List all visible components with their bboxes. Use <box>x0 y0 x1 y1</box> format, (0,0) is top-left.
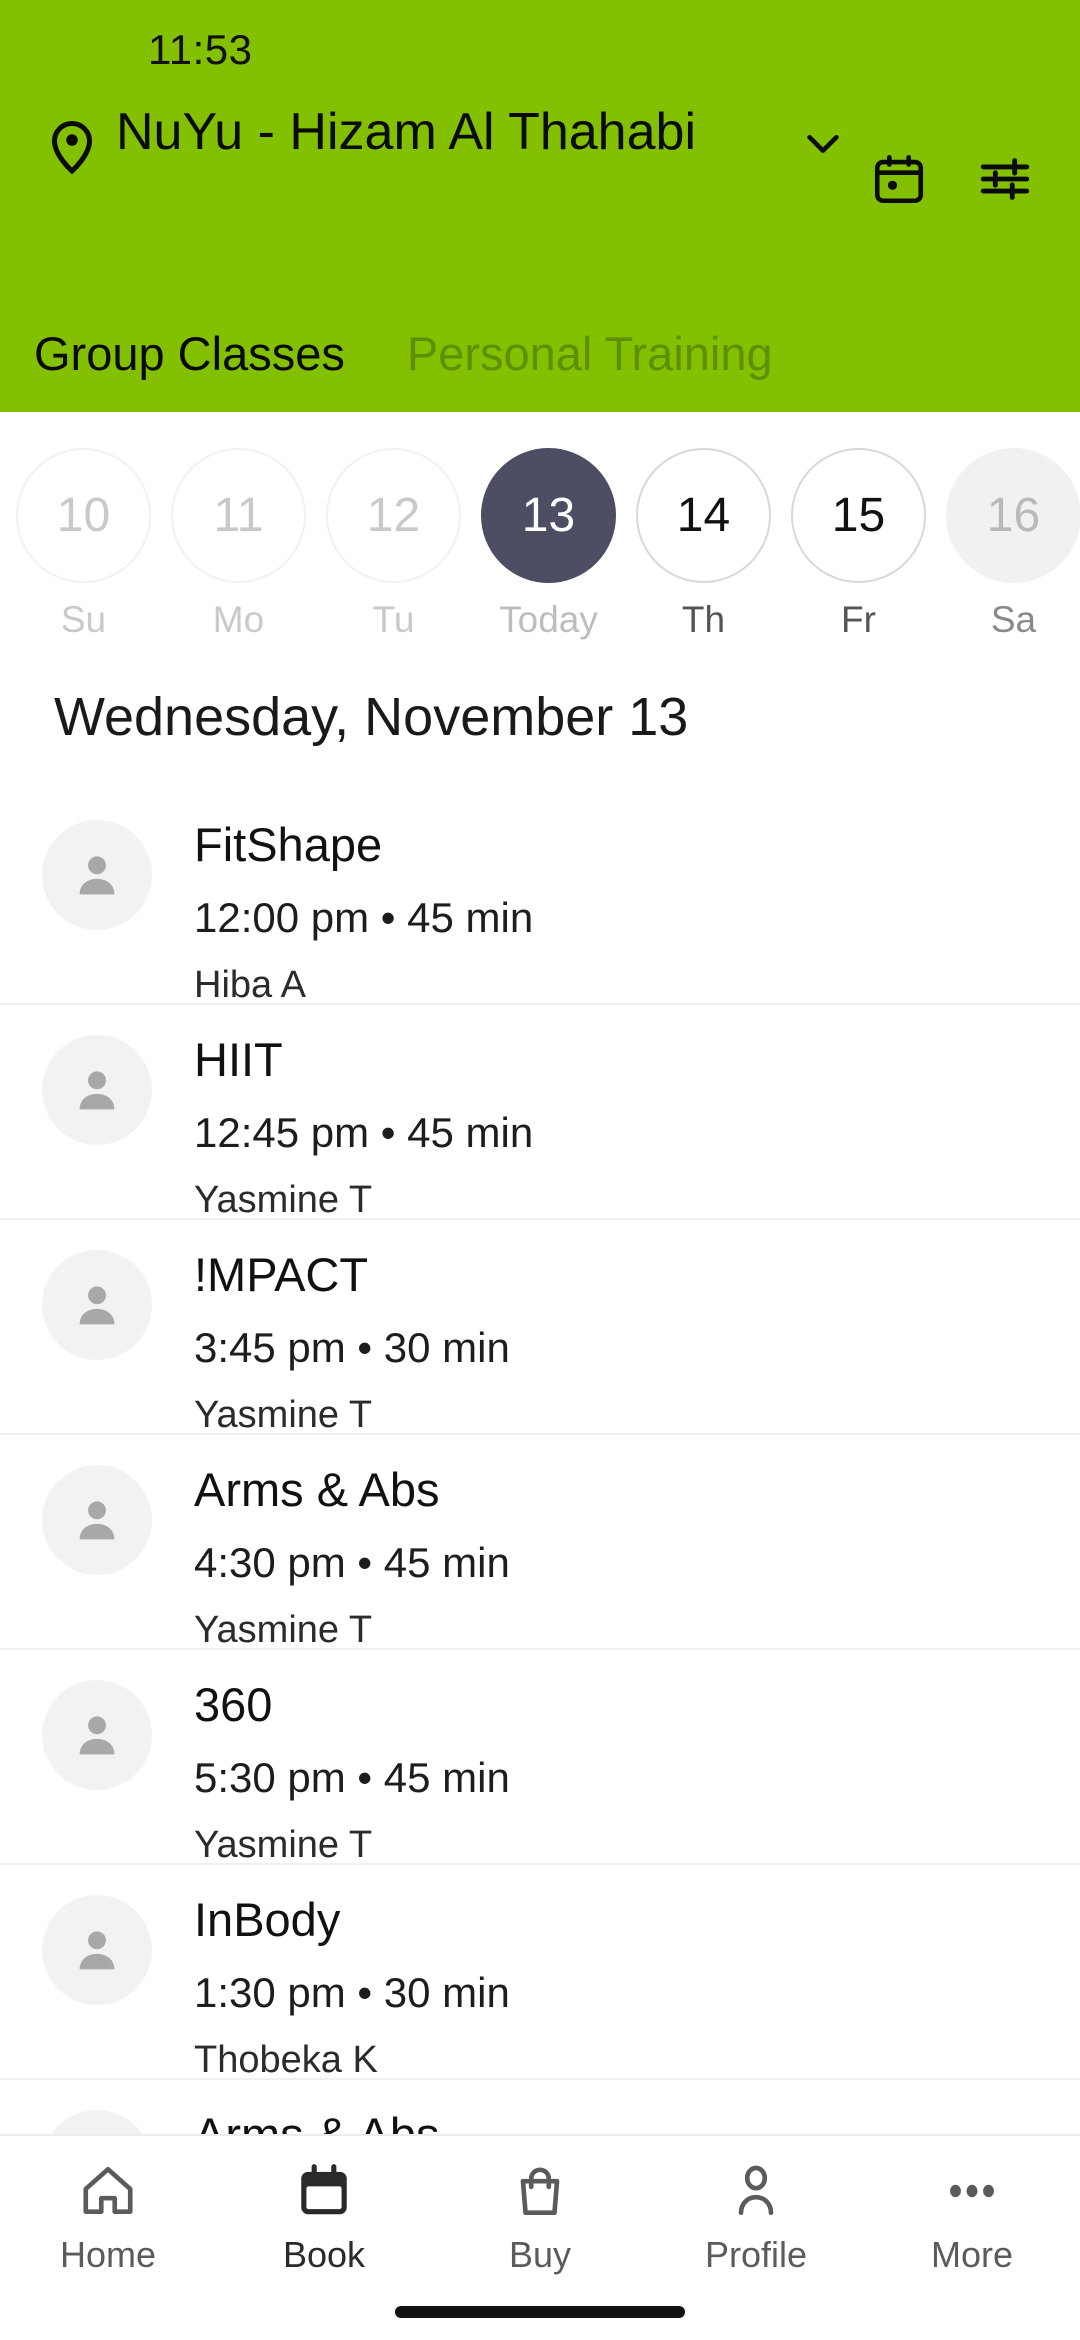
class-details: Arms & Abs 4:30 pm • 45 min Yasmine T <box>194 1461 510 1653</box>
class-instructor: Hiba A <box>194 964 306 1007</box>
class-list-item[interactable]: InBody 1:30 pm • 30 min Thobeka K <box>0 1865 1080 2083</box>
nav-item-profile[interactable]: Profile <box>648 2160 864 2276</box>
date-number: 13 <box>481 448 616 583</box>
date-weekday-label: Sa <box>990 599 1037 640</box>
class-list[interactable]: FitShape 12:00 pm • 45 min Hiba A HIIT 12:45… <box>0 790 1080 2134</box>
class-time-duration: 4:30 pm • 45 min <box>194 1539 510 1587</box>
date-weekday-label: Tu <box>372 599 415 640</box>
home-indicator <box>395 2306 685 2318</box>
class-list-item[interactable]: Arms & Abs 4:30 pm • 45 min Yasmine T <box>0 1435 1080 1653</box>
nav-item-home[interactable]: Home <box>0 2160 216 2276</box>
class-list-item[interactable]: !MPACT 3:45 pm • 30 min Yasmine T <box>0 1220 1080 1438</box>
nav-item-more[interactable]: More <box>864 2160 1080 2276</box>
class-name: !MPACT <box>194 1248 369 1301</box>
status-bar-clock: 11:53 <box>148 26 253 73</box>
date-weekday-label: Fr <box>841 599 876 640</box>
class-name: Arms & Abs <box>194 2108 440 2134</box>
instructor-avatar-icon <box>42 1680 152 1790</box>
instructor-avatar-icon <box>42 820 152 930</box>
location-pin-icon <box>42 116 102 181</box>
class-time-duration: 1:30 pm • 30 min <box>194 1969 510 2017</box>
home-icon <box>77 2160 139 2222</box>
selected-date-heading: Wednesday, November 13 <box>54 687 689 747</box>
person-icon <box>725 2160 787 2222</box>
tab-group-classes[interactable]: Group Classes <box>34 330 345 377</box>
class-instructor: Yasmine T <box>194 1179 373 1222</box>
class-details: HIIT 12:45 pm • 45 min Yasmine T <box>194 1031 533 1223</box>
class-instructor: Yasmine T <box>194 1394 373 1437</box>
date-cell-15[interactable]: 15 Fr <box>781 412 936 662</box>
class-details: !MPACT 3:45 pm • 30 min Yasmine T <box>194 1246 510 1438</box>
app-header: 11:53 NuYu - Hizam Al Thahabi Group Clas… <box>0 0 1080 412</box>
section-tabs: Group Classes Personal Training <box>0 294 1080 412</box>
class-list-item[interactable]: HIIT 12:45 pm • 45 min Yasmine T <box>0 1005 1080 1223</box>
calendar-icon[interactable] <box>870 150 928 208</box>
class-list-item[interactable]: 360 5:30 pm • 45 min Yasmine T <box>0 1650 1080 1868</box>
class-details: Arms & Abs <box>194 2106 440 2134</box>
class-name: HIIT <box>194 1033 283 1086</box>
date-number: 15 <box>791 448 926 583</box>
class-details: 360 5:30 pm • 45 min Yasmine T <box>194 1676 510 1868</box>
date-cell-12[interactable]: 12 Tu <box>316 412 471 662</box>
class-time-duration: 12:45 pm • 45 min <box>194 1109 534 1157</box>
date-number: 16 <box>946 448 1080 583</box>
date-cell-11[interactable]: 11 Mo <box>161 412 316 662</box>
filter-sliders-icon[interactable] <box>976 150 1034 208</box>
instructor-avatar-icon <box>42 1465 152 1575</box>
header-actions <box>870 150 1034 208</box>
class-name: InBody <box>194 1893 341 1946</box>
date-weekday-label: Today <box>499 599 598 640</box>
location-name: NuYu - Hizam Al Thahabi <box>116 103 696 161</box>
nav-item-label: Home <box>59 2234 157 2275</box>
class-time-duration: 3:45 pm • 30 min <box>194 1324 510 1372</box>
instructor-avatar-icon <box>42 1895 152 2005</box>
date-number: 14 <box>636 448 771 583</box>
nav-item-label: Book <box>282 2234 366 2275</box>
class-name: FitShape <box>194 818 383 871</box>
date-strip[interactable]: 10 Su 11 Mo 12 Tu 13 Today 14 Th 15 Fr 16 Sa <box>0 412 1080 662</box>
nav-item-buy[interactable]: Buy <box>432 2160 648 2276</box>
nav-item-label: Buy <box>508 2234 572 2275</box>
date-cell-13[interactable]: 13 Today <box>471 412 626 662</box>
date-number: 10 <box>16 448 151 583</box>
date-cell-10[interactable]: 10 Su <box>6 412 161 662</box>
date-number: 12 <box>326 448 461 583</box>
date-cell-14[interactable]: 14 Th <box>626 412 781 662</box>
instructor-avatar-icon <box>42 1035 152 1145</box>
date-number: 11 <box>171 448 306 583</box>
nav-item-book[interactable]: Book <box>216 2160 432 2276</box>
ellipsis-icon <box>941 2160 1003 2222</box>
class-name: 360 <box>194 1678 273 1731</box>
status-bar: 11:53 <box>0 0 1080 100</box>
tab-personal-training[interactable]: Personal Training <box>407 330 773 377</box>
date-weekday-label: Mo <box>212 599 265 640</box>
instructor-avatar-icon <box>42 2110 152 2134</box>
class-details: InBody 1:30 pm • 30 min Thobeka K <box>194 1891 510 2083</box>
shopping-bag-icon <box>509 2160 571 2222</box>
date-cell-16[interactable]: 16 Sa <box>936 412 1080 662</box>
class-list-item[interactable]: Arms & Abs <box>0 2080 1080 2134</box>
calendar-icon <box>293 2160 355 2222</box>
date-weekday-label: Su <box>60 599 107 640</box>
class-time-duration: 12:00 pm • 45 min <box>194 894 534 942</box>
chevron-down-icon[interactable] <box>800 120 846 166</box>
class-instructor: Thobeka K <box>194 2039 378 2082</box>
class-instructor: Yasmine T <box>194 1824 373 1867</box>
nav-item-label: Profile <box>704 2234 808 2275</box>
date-weekday-label: Th <box>681 599 726 640</box>
app-screen: 11:53 NuYu - Hizam Al Thahabi Group Clas… <box>0 0 1080 2340</box>
class-name: Arms & Abs <box>194 1463 440 1516</box>
class-time-duration: 5:30 pm • 45 min <box>194 1754 510 1802</box>
class-list-item[interactable]: FitShape 12:00 pm • 45 min Hiba A <box>0 790 1080 1008</box>
class-details: FitShape 12:00 pm • 45 min Hiba A <box>194 816 533 1008</box>
class-instructor: Yasmine T <box>194 1609 373 1652</box>
instructor-avatar-icon <box>42 1250 152 1360</box>
nav-item-label: More <box>930 2234 1014 2275</box>
